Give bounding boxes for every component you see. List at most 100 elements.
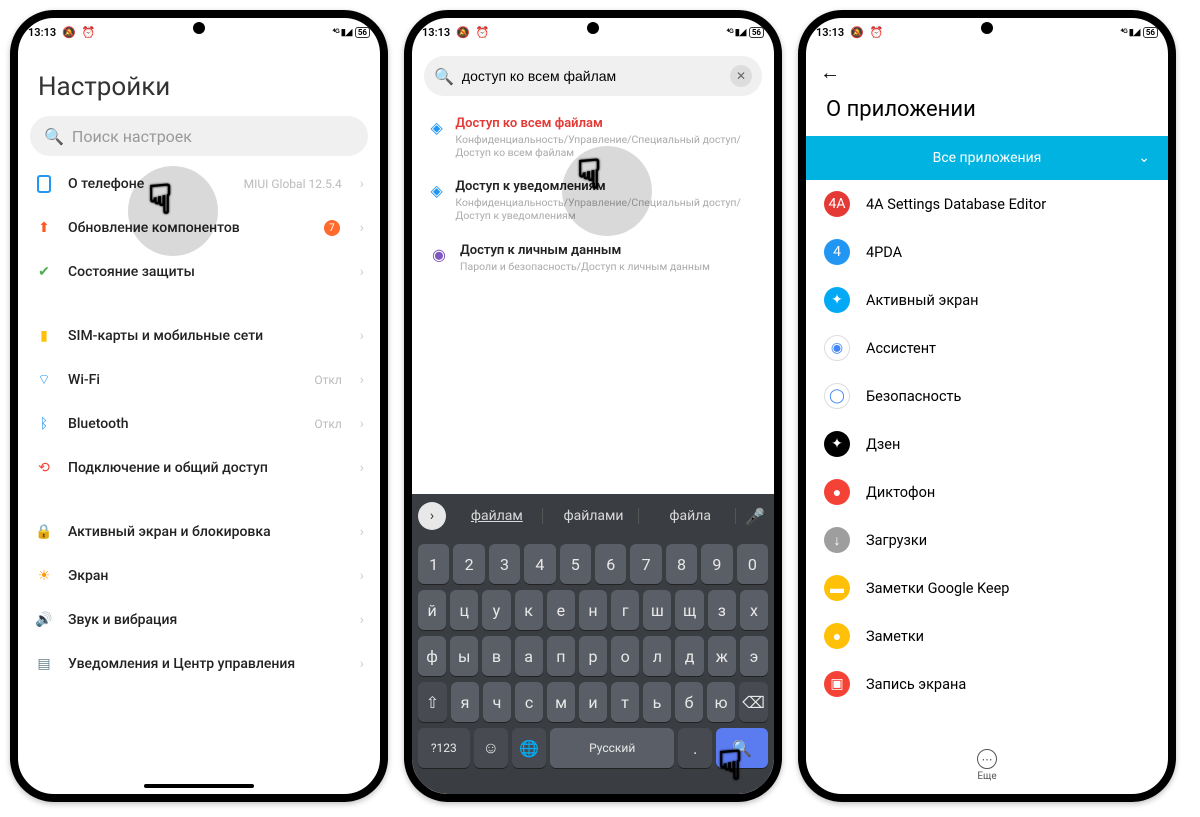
clear-icon[interactable]: ✕: [730, 65, 752, 87]
key-ж[interactable]: ж: [708, 636, 736, 676]
key-6[interactable]: 6: [595, 544, 626, 584]
key-т[interactable]: т: [611, 682, 639, 722]
app-row[interactable]: ●Диктофон: [806, 468, 1168, 516]
key-7[interactable]: 7: [630, 544, 661, 584]
key-е[interactable]: е: [547, 590, 575, 630]
key-2[interactable]: 2: [453, 544, 484, 584]
badge-count: 7: [324, 220, 340, 236]
app-name: Запись экрана: [866, 676, 966, 693]
key-ч[interactable]: ч: [483, 682, 511, 722]
search-field[interactable]: [462, 68, 722, 84]
row-about-phone[interactable]: О телефоне MIUI Global 12.5.4 ›: [18, 162, 380, 206]
key-к[interactable]: к: [515, 590, 543, 630]
app-row[interactable]: 44PDA: [806, 228, 1168, 276]
status-time: 13:13: [816, 26, 844, 39]
key-ц[interactable]: ц: [450, 590, 478, 630]
key-й[interactable]: й: [418, 590, 446, 630]
key-4[interactable]: 4: [524, 544, 555, 584]
app-row[interactable]: ✦Активный экран: [806, 276, 1168, 324]
key-с[interactable]: с: [515, 682, 543, 722]
app-row[interactable]: ▬Заметки Google Keep: [806, 564, 1168, 612]
key-р[interactable]: р: [579, 636, 607, 676]
result-notification-access[interactable]: ◈ Доступ к уведомлениям Конфиденциальнос…: [412, 169, 774, 232]
key-щ[interactable]: щ: [675, 590, 703, 630]
key-ь[interactable]: ь: [643, 682, 671, 722]
search-key[interactable]: 🔍: [716, 728, 768, 768]
app-row[interactable]: ↓Загрузки: [806, 516, 1168, 564]
key-м[interactable]: м: [547, 682, 575, 722]
key-5[interactable]: 5: [560, 544, 591, 584]
sug-2[interactable]: файлами: [549, 508, 640, 524]
row-sim[interactable]: ▮ SIM-карты и мобильные сети ›: [18, 314, 380, 358]
row-sound[interactable]: 🔊 Звук и вибрация ›: [18, 598, 380, 642]
key-ш[interactable]: ш: [643, 590, 671, 630]
key-я[interactable]: я: [451, 682, 479, 722]
space-key[interactable]: Русский: [550, 728, 674, 768]
key-г[interactable]: г: [611, 590, 639, 630]
row-security-status[interactable]: ✔ Состояние защиты ›: [18, 250, 380, 294]
shift-key[interactable]: ⇧: [418, 682, 447, 722]
backspace-key[interactable]: ⌫: [739, 682, 768, 722]
row-wifi[interactable]: ⌔ Wi-Fi Откл ›: [18, 358, 380, 402]
key-в[interactable]: в: [482, 636, 510, 676]
sug-3[interactable]: файла: [645, 508, 736, 524]
app-row[interactable]: ▣Запись экрана: [806, 660, 1168, 708]
key-л[interactable]: л: [643, 636, 671, 676]
app-row[interactable]: ◯Безопасность: [806, 372, 1168, 420]
signal-icon: ⁴ᴳ ▮◢: [726, 27, 745, 38]
result-personal-data[interactable]: ◉ Доступ к личным данным Пароли и безопа…: [412, 233, 774, 283]
signal-icon: ⁴ᴳ ▮◢: [1120, 27, 1139, 38]
row-components-update[interactable]: ⬆ Обновление компонентов 7 ›: [18, 206, 380, 250]
key-9[interactable]: 9: [701, 544, 732, 584]
app-row[interactable]: 4A4A Settings Database Editor: [806, 180, 1168, 228]
key-8[interactable]: 8: [666, 544, 697, 584]
key-з[interactable]: з: [708, 590, 736, 630]
key-д[interactable]: д: [675, 636, 703, 676]
search-input[interactable]: 🔍 ✕: [424, 56, 762, 96]
sug-1[interactable]: файлам: [452, 508, 543, 524]
row-bluetooth[interactable]: ᛒ Bluetooth Откл ›: [18, 402, 380, 446]
row-notifications[interactable]: ▤ Уведомления и Центр управления ›: [18, 642, 380, 686]
app-filter-dropdown[interactable]: Все приложения ⌄: [806, 136, 1168, 180]
key-0[interactable]: 0: [737, 544, 768, 584]
key-б[interactable]: б: [675, 682, 703, 722]
search-input[interactable]: 🔍 Поиск настроек: [30, 116, 368, 156]
app-name: Безопасность: [866, 388, 961, 405]
key-ю[interactable]: ю: [707, 682, 735, 722]
key-3[interactable]: 3: [489, 544, 520, 584]
expand-icon[interactable]: ›: [418, 502, 446, 530]
globe-key[interactable]: 🌐: [512, 728, 546, 768]
mic-icon[interactable]: 🎤: [742, 507, 768, 526]
key-п[interactable]: п: [547, 636, 575, 676]
key-х[interactable]: х: [740, 590, 768, 630]
battery-icon: 56: [749, 27, 764, 38]
numbers-key[interactable]: ?123: [418, 728, 470, 768]
app-row[interactable]: ◉Ассистент: [806, 324, 1168, 372]
row-display[interactable]: ☀ Экран ›: [18, 554, 380, 598]
dot-key[interactable]: .: [678, 728, 712, 768]
key-э[interactable]: э: [740, 636, 768, 676]
app-name: Заметки: [866, 628, 924, 645]
key-у[interactable]: у: [482, 590, 510, 630]
key-н[interactable]: н: [579, 590, 607, 630]
key-о[interactable]: о: [611, 636, 639, 676]
more-button[interactable]: ⋯ Еще: [977, 749, 997, 782]
key-ф[interactable]: ф: [418, 636, 446, 676]
app-row[interactable]: ✦Дзен: [806, 420, 1168, 468]
result-all-files-access[interactable]: ◈ Доступ ко всем файлам Конфиденциальнос…: [412, 106, 774, 169]
key-ы[interactable]: ы: [450, 636, 478, 676]
key-а[interactable]: а: [515, 636, 543, 676]
home-indicator[interactable]: [144, 784, 254, 788]
app-row[interactable]: ●Заметки: [806, 612, 1168, 660]
phone-icon: [34, 174, 54, 194]
back-icon[interactable]: ←: [820, 60, 840, 85]
key-и[interactable]: и: [579, 682, 607, 722]
row-lockscreen[interactable]: 🔒 Активный экран и блокировка ›: [18, 510, 380, 554]
emoji-key[interactable]: ☺: [474, 728, 508, 768]
app-name: Диктофон: [866, 484, 935, 501]
search-icon: 🔍: [434, 67, 454, 86]
app-icon: 4A: [824, 191, 850, 217]
app-name: Загрузки: [866, 532, 927, 549]
row-sharing[interactable]: ⟲ Подключение и общий доступ ›: [18, 446, 380, 490]
key-1[interactable]: 1: [418, 544, 449, 584]
